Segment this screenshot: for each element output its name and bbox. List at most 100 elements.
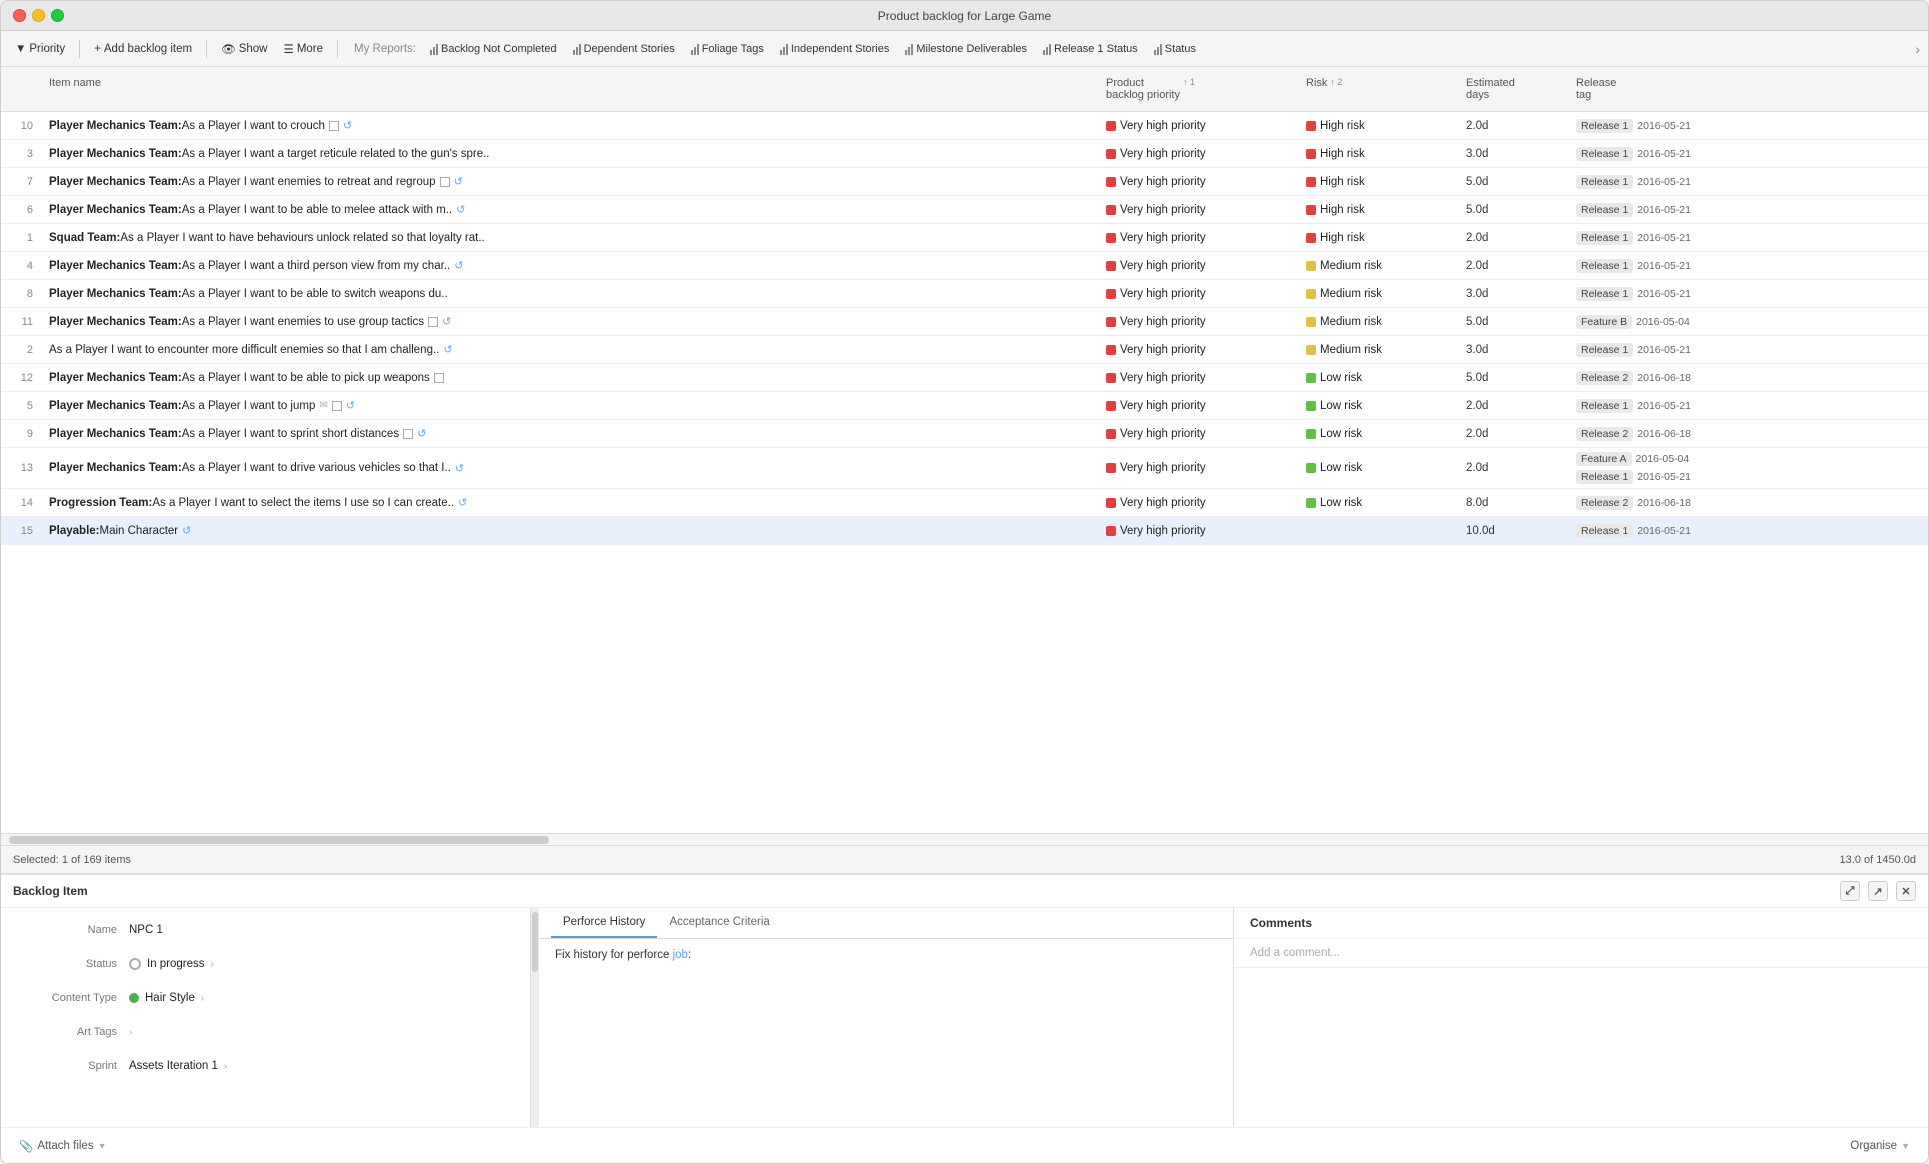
th-release[interactable]: Releasetag: [1568, 73, 1728, 105]
selection-status: Selected: 1 of 169 items: [13, 854, 131, 866]
risk-dot: [1306, 177, 1316, 187]
table-row[interactable]: 13Player Mechanics Team: As a Player I w…: [1, 448, 1928, 489]
expand-panel-button[interactable]: ⤢: [1840, 881, 1860, 901]
risk-cell: [1298, 527, 1458, 535]
risk-cell: High risk: [1298, 144, 1458, 164]
chevron-right-icon[interactable]: ›: [224, 1061, 227, 1072]
close-button[interactable]: [13, 9, 26, 22]
chevron-right-icon[interactable]: ›: [211, 959, 214, 970]
item-name-cell[interactable]: Squad Team: As a Player I want to have b…: [41, 228, 1098, 248]
risk-text: Medium risk: [1320, 288, 1382, 300]
detail-scrollbar[interactable]: [531, 908, 539, 1127]
attach-files-button[interactable]: 📎 Attach files ▼: [13, 1136, 113, 1156]
item-name-cell[interactable]: Player Mechanics Team: As a Player I wan…: [41, 255, 1098, 276]
more-button[interactable]: ☰ More: [278, 39, 330, 59]
report-milestone-deliverables[interactable]: Milestone Deliverables: [899, 41, 1033, 57]
release-tag: Release 2: [1576, 496, 1633, 510]
priority-text: Very high priority: [1120, 525, 1206, 537]
chevron-right-icon[interactable]: ›: [129, 1027, 132, 1038]
table-row[interactable]: 11Player Mechanics Team: As a Player I w…: [1, 308, 1928, 336]
chevron-right-icon[interactable]: ›: [201, 993, 204, 1004]
priority-text: Very high priority: [1120, 232, 1206, 244]
table-row[interactable]: 14Progression Team: As a Player I want t…: [1, 489, 1928, 517]
table-row[interactable]: 4Player Mechanics Team: As a Player I wa…: [1, 252, 1928, 280]
report-status[interactable]: Status: [1148, 41, 1202, 57]
team-label: Player Mechanics Team:: [49, 176, 182, 188]
report-dependent-stories[interactable]: Dependent Stories: [567, 41, 681, 57]
maximize-button[interactable]: [51, 9, 64, 22]
close-panel-button[interactable]: ✕: [1896, 881, 1916, 901]
th-risk[interactable]: Risk ↑ 2: [1298, 73, 1458, 105]
horizontal-scrollbar[interactable]: [9, 836, 549, 844]
team-label: Player Mechanics Team:: [49, 204, 182, 216]
table-row[interactable]: 5Player Mechanics Team: As a Player I wa…: [1, 392, 1928, 420]
item-name-cell[interactable]: Player Mechanics Team: As a Player I wan…: [41, 144, 1098, 164]
risk-cell: Medium risk: [1298, 340, 1458, 360]
table-row[interactable]: 3Player Mechanics Team: As a Player I wa…: [1, 140, 1928, 168]
release-tag: Release 1: [1576, 343, 1633, 357]
release-cell: Feature B2016-05-04: [1568, 311, 1728, 333]
more-label: More: [297, 43, 323, 55]
priority-dot: [1106, 205, 1116, 215]
item-name-cell[interactable]: Player Mechanics Team: As a Player I wan…: [41, 284, 1098, 304]
release-date: 2016-05-21: [1637, 120, 1691, 132]
table-row[interactable]: 6Player Mechanics Team: As a Player I wa…: [1, 196, 1928, 224]
release-date: 2016-05-04: [1636, 453, 1690, 465]
report-foliage-tags[interactable]: Foliage Tags: [685, 41, 770, 57]
team-label: Player Mechanics Team:: [49, 316, 182, 328]
table-row[interactable]: 12Player Mechanics Team: As a Player I w…: [1, 364, 1928, 392]
table-row[interactable]: 15Playable: Main Character↺Very high pri…: [1, 517, 1928, 545]
item-name-cell[interactable]: Player Mechanics Team: As a Player I wan…: [41, 423, 1098, 444]
table-row[interactable]: 2As a Player I want to encounter more di…: [1, 336, 1928, 364]
th-priority[interactable]: Productbacklog priority ↑ 1: [1098, 73, 1298, 105]
priority-dropdown[interactable]: ▼ Priority: [9, 40, 71, 58]
th-name[interactable]: Item name: [41, 73, 1098, 105]
table-row[interactable]: 8Player Mechanics Team: As a Player I wa…: [1, 280, 1928, 308]
item-name-cell[interactable]: As a Player I want to encounter more dif…: [41, 339, 1098, 360]
item-name-cell[interactable]: Player Mechanics Team: As a Player I wan…: [41, 171, 1098, 192]
release-date: 2016-05-21: [1637, 204, 1691, 216]
report-label: Milestone Deliverables: [916, 43, 1027, 55]
row-number: 10: [1, 116, 41, 136]
item-name-cell[interactable]: Player Mechanics Team: As a Player I wan…: [41, 368, 1098, 388]
show-button[interactable]: 👁 Show: [215, 39, 273, 59]
risk-dot: [1306, 261, 1316, 271]
item-name-cell[interactable]: Player Mechanics Team: As a Player I wan…: [41, 115, 1098, 136]
detail-name-row: Name NPC 1: [17, 918, 514, 942]
release-cell: Release 12016-05-21: [1568, 115, 1728, 137]
comment-input[interactable]: Add a comment...: [1234, 939, 1928, 968]
item-name-cell[interactable]: Player Mechanics Team: As a Player I wan…: [41, 458, 1098, 479]
expand-right-button[interactable]: ›: [1915, 41, 1920, 57]
story-text: As a Player I want enemies to retreat an…: [182, 176, 436, 188]
risk-text: Low risk: [1320, 462, 1362, 474]
table-row[interactable]: 10Player Mechanics Team: As a Player I w…: [1, 112, 1928, 140]
external-link-button[interactable]: ↗: [1868, 881, 1888, 901]
table-header: Item name Productbacklog priority ↑ 1 Ri…: [1, 67, 1928, 112]
report-backlog-not-completed[interactable]: Backlog Not Completed: [424, 41, 563, 57]
priority-text: Very high priority: [1120, 148, 1206, 160]
organise-button[interactable]: Organise ▼: [1844, 1137, 1916, 1155]
table-row[interactable]: 7Player Mechanics Team: As a Player I wa…: [1, 168, 1928, 196]
release-cell: Release 22016-06-18: [1568, 492, 1728, 514]
priority-cell: Very high priority: [1098, 312, 1298, 332]
add-backlog-button[interactable]: + Add backlog item: [88, 40, 198, 58]
report-independent-stories[interactable]: Independent Stories: [774, 41, 895, 57]
report-release-1-status[interactable]: Release 1 Status: [1037, 41, 1144, 57]
item-name-cell[interactable]: Player Mechanics Team: As a Player I wan…: [41, 395, 1098, 416]
story-text: As a Player I want a target reticule rel…: [182, 148, 490, 160]
tab-acceptance-criteria[interactable]: Acceptance Criteria: [657, 908, 781, 938]
release-cell: Release 12016-05-21: [1568, 199, 1728, 221]
item-name-cell[interactable]: Playable: Main Character↺: [41, 520, 1098, 541]
table-row[interactable]: 1Squad Team: As a Player I want to have …: [1, 224, 1928, 252]
item-name-cell[interactable]: Progression Team: As a Player I want to …: [41, 492, 1098, 513]
priority-dot: [1106, 317, 1116, 327]
content-type-dot: [129, 993, 139, 1003]
priority-text: Very high priority: [1120, 400, 1206, 412]
item-name-cell[interactable]: Player Mechanics Team: As a Player I wan…: [41, 199, 1098, 220]
tab-perforce-history[interactable]: Perforce History: [551, 908, 657, 938]
minimize-button[interactable]: [32, 9, 45, 22]
th-days[interactable]: Estimateddays: [1458, 73, 1568, 105]
table-row[interactable]: 9Player Mechanics Team: As a Player I wa…: [1, 420, 1928, 448]
item-name-cell[interactable]: Player Mechanics Team: As a Player I wan…: [41, 311, 1098, 332]
perforce-job-link[interactable]: job: [673, 949, 688, 961]
